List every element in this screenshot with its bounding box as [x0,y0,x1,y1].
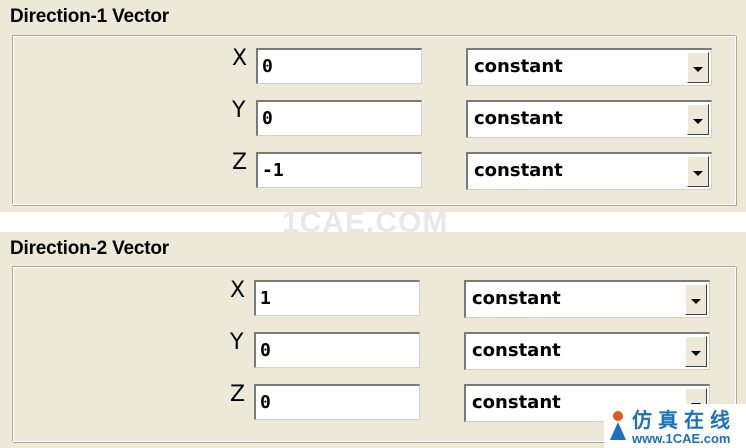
z-value-field[interactable] [254,384,420,420]
z-value-field[interactable] [256,152,422,188]
y-value-field[interactable] [254,332,420,368]
y-axis-label: Y [232,98,246,123]
dropdown-button[interactable] [687,156,709,187]
brand-watermark: 仿真在线 www.1CAE.com [604,404,746,448]
dropdown-button[interactable] [687,52,709,83]
panel-title: Direction-1 Vector [10,6,170,27]
x-value-field[interactable] [254,280,420,316]
brand-url: www.1CAE.com [632,431,731,446]
dropdown-selected-value: constant [474,56,563,77]
z-axis-label: Z [232,150,248,175]
dropdown-selected-value: constant [472,288,561,309]
chevron-down-icon [691,299,701,304]
dropdown-selected-value: constant [474,160,563,181]
x-value-field[interactable] [256,48,422,84]
dropdown-button[interactable] [685,336,707,367]
x-axis-label: X [232,46,248,71]
dropdown-button[interactable] [687,104,709,135]
brand-chinese-text: 仿真在线 [632,408,736,432]
x-mode-dropdown[interactable]: constant [464,280,710,318]
dropdown-selected-value: constant [472,392,561,413]
panel-title: Direction-2 Vector [10,238,170,259]
y-mode-dropdown[interactable]: constant [464,332,710,370]
brand-logo-icon [610,411,626,440]
z-axis-label: Z [230,382,246,407]
y-value-field[interactable] [256,100,422,136]
x-mode-dropdown[interactable]: constant [466,48,712,86]
x-axis-label: X [230,278,246,303]
chevron-down-icon [691,351,701,356]
chevron-down-icon [693,171,703,176]
y-mode-dropdown[interactable]: constant [466,100,712,138]
dropdown-button[interactable] [685,284,707,315]
chevron-down-icon [693,119,703,124]
y-axis-label: Y [230,330,244,355]
dropdown-selected-value: constant [474,108,563,129]
dropdown-selected-value: constant [472,340,561,361]
chevron-down-icon [693,67,703,72]
direction-1-vector-panel: Direction-1 Vector X constant Y constant… [0,0,746,212]
z-mode-dropdown[interactable]: constant [466,152,712,190]
